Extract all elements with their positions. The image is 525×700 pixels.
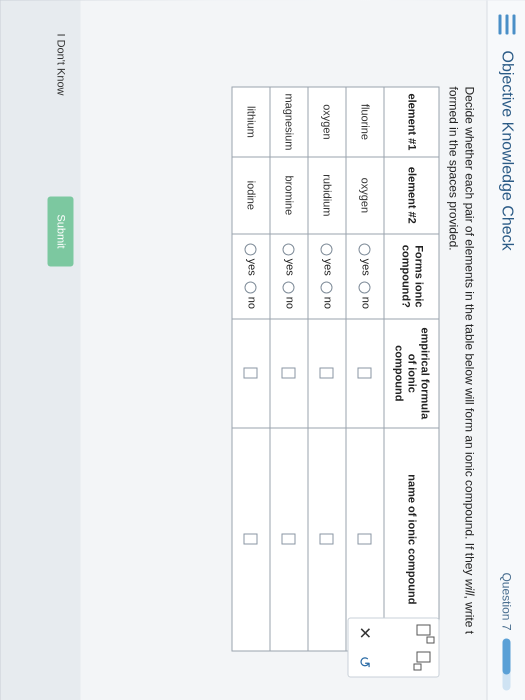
question-number: Question 7 (499, 571, 513, 630)
answer-tools-palette: ✕ ↺ (347, 617, 439, 677)
radio-yes[interactable] (320, 243, 333, 256)
forms-ionic-cell: yes no (307, 233, 346, 319)
menu-icon[interactable] (497, 14, 515, 34)
instructions-emphasis: will (462, 578, 476, 595)
top-bar: Objective Knowledge Check Question 7 (486, 0, 525, 700)
instructions-line2: formed in the spaces provided. (446, 86, 460, 251)
formula-input[interactable] (281, 367, 296, 379)
radio-yes[interactable] (358, 243, 371, 256)
name-input[interactable] (319, 533, 334, 545)
element-1-cell: fluorine (345, 86, 384, 157)
formula-input[interactable] (243, 367, 258, 379)
ionic-compound-table: element #1 element #2 Forms ionic compou… (231, 86, 439, 651)
progress-fill (502, 638, 510, 675)
name-cell (307, 427, 346, 651)
header-forms-ionic: Forms ionic compound? (383, 233, 439, 319)
yes-label: yes (358, 258, 371, 276)
name-cell (231, 427, 270, 651)
formula-input[interactable] (357, 367, 372, 379)
no-option[interactable]: no (320, 281, 333, 309)
element-2-cell: iodine (231, 156, 270, 234)
yes-label: yes (282, 258, 295, 276)
page-title: Objective Knowledge Check (498, 50, 515, 251)
formula-cell (307, 318, 346, 428)
superscript-box-icon (416, 624, 434, 643)
no-label: no (282, 296, 295, 309)
formula-input[interactable] (319, 367, 334, 379)
radio-yes[interactable] (244, 243, 257, 256)
no-option[interactable]: no (244, 281, 257, 309)
header-element-1: element #1 (383, 86, 439, 157)
no-label: no (358, 296, 371, 309)
element-2-cell: bromine (269, 156, 308, 234)
radio-no[interactable] (358, 281, 371, 294)
no-option[interactable]: no (358, 281, 371, 309)
yes-option[interactable]: yes (320, 243, 333, 276)
radio-no[interactable] (282, 281, 295, 294)
dont-know-button[interactable]: I Don't Know (47, 12, 73, 116)
no-option[interactable]: no (282, 281, 295, 309)
radio-no[interactable] (244, 281, 257, 294)
subscript-box-icon (413, 651, 430, 670)
forms-ionic-cell: yes no (269, 233, 308, 319)
name-cell (269, 427, 308, 651)
clear-icon[interactable]: ✕ (348, 618, 378, 647)
progress-bar (502, 638, 510, 690)
radio-yes[interactable] (282, 243, 295, 256)
superscript-button[interactable] (408, 618, 438, 647)
header-empirical-formula: empirical formula of ionic compound (383, 318, 439, 428)
formula-cell (345, 318, 384, 428)
no-label: no (244, 296, 257, 309)
yes-option[interactable]: yes (244, 243, 257, 276)
name-input[interactable] (243, 533, 258, 545)
table-row: lithium iodine yes no (231, 86, 270, 651)
formula-cell (231, 318, 270, 428)
subscript-button[interactable] (408, 647, 438, 676)
element-1-cell: lithium (231, 86, 270, 157)
submit-button[interactable]: Submit (47, 196, 73, 266)
forms-ionic-cell: yes no (231, 233, 270, 319)
table-row: fluorine oxygen yes no (345, 86, 384, 651)
element-2-cell: oxygen (345, 156, 384, 234)
undo-icon[interactable]: ↺ (348, 647, 378, 676)
table-row: oxygen rubidium yes no (307, 86, 346, 651)
yes-label: yes (320, 258, 333, 276)
yes-option[interactable]: yes (358, 243, 371, 276)
header-element-2: element #2 (383, 156, 439, 234)
name-input[interactable] (357, 533, 372, 545)
element-1-cell: magnesium (269, 86, 308, 157)
yes-label: yes (244, 258, 257, 276)
instructions-text-tail: , write t (462, 594, 476, 634)
table-row: magnesium bromine yes no (269, 86, 308, 651)
screen: Objective Knowledge Check Question 7 Dec… (0, 0, 525, 700)
element-1-cell: oxygen (307, 86, 346, 157)
instructions: Decide whether each pair of elements in … (445, 86, 477, 686)
table-header-row: element #1 element #2 Forms ionic compou… (383, 86, 439, 651)
no-label: no (320, 296, 333, 309)
element-2-cell: rubidium (307, 156, 346, 234)
formula-cell (269, 318, 308, 428)
yes-option[interactable]: yes (282, 243, 295, 276)
aleks-page: Objective Knowledge Check Question 7 Dec… (0, 0, 525, 700)
instructions-text: Decide whether each pair of elements in … (462, 86, 476, 579)
radio-no[interactable] (320, 281, 333, 294)
forms-ionic-cell: yes no (345, 233, 384, 319)
name-input[interactable] (281, 533, 296, 545)
